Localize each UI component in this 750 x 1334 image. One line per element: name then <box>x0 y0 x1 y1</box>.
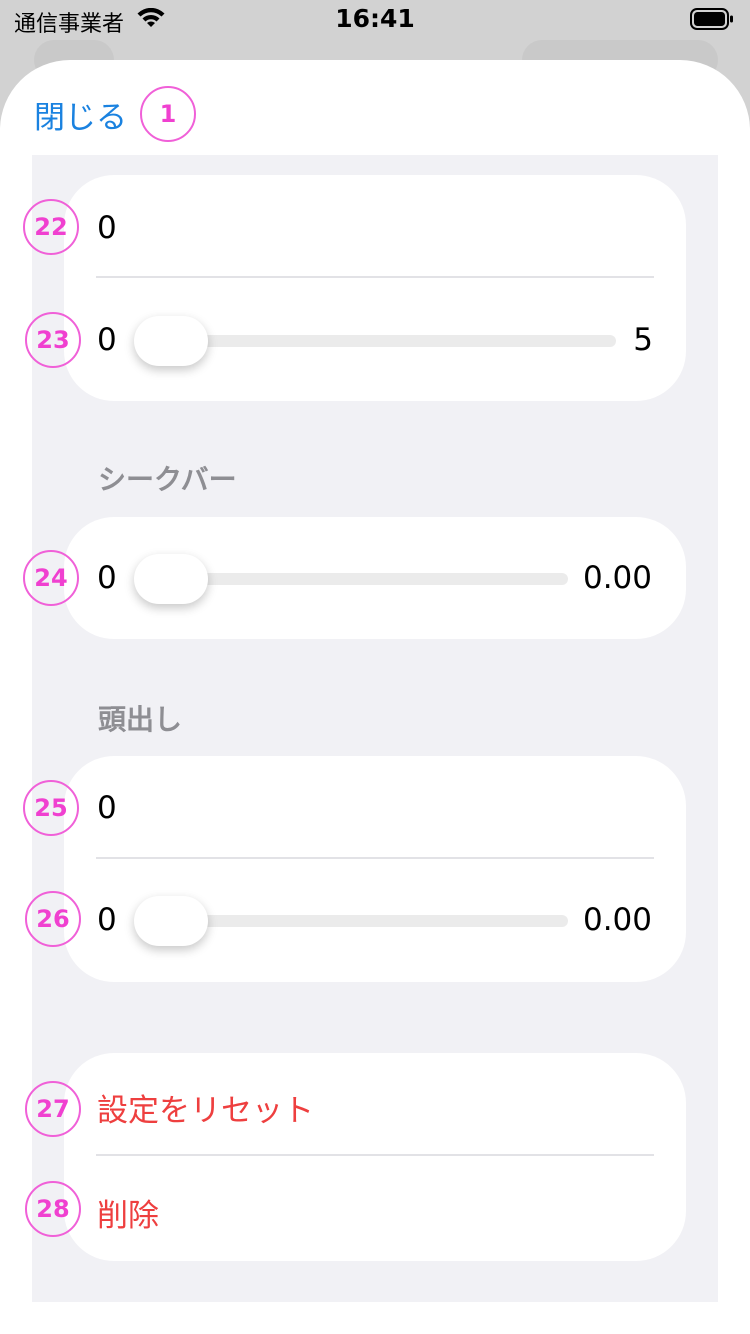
slider-max-label: 5 <box>633 322 653 358</box>
annotation-badge: 26 <box>25 891 81 947</box>
status-bar: 通信事業者 16:41 <box>0 0 750 40</box>
annotation-badge: 25 <box>23 780 79 836</box>
slider-track[interactable] <box>140 335 616 347</box>
slider-max-label: 0.00 <box>582 560 652 596</box>
slider-min-label: 0 <box>97 560 117 596</box>
section-header-seekbar: シークバー <box>98 463 237 496</box>
annotation-badge: 24 <box>23 550 79 606</box>
slider-min-label: 0 <box>97 322 117 358</box>
annotation-badge: 22 <box>23 199 79 255</box>
slider-thumb[interactable] <box>134 316 208 366</box>
annotation-badge: 27 <box>25 1081 81 1137</box>
value-field[interactable]: 0 <box>97 210 117 246</box>
annotation-badge: 28 <box>25 1181 81 1237</box>
divider <box>96 857 654 859</box>
battery-icon <box>690 8 733 30</box>
section-header-cue: 頭出し <box>98 703 183 736</box>
clock: 16:41 <box>335 4 415 33</box>
annotation-badge: 23 <box>25 312 81 368</box>
divider <box>96 276 654 278</box>
slider-thumb[interactable] <box>134 896 208 946</box>
delete-button[interactable]: 削除 <box>97 1190 159 1235</box>
settings-card-cue <box>64 756 686 982</box>
close-button[interactable]: 閉じる <box>34 92 127 137</box>
reset-settings-button[interactable]: 設定をリセット <box>97 1085 314 1130</box>
annotation-badge: 1 <box>140 86 196 142</box>
value-field[interactable]: 0 <box>97 790 117 826</box>
slider-min-label: 0 <box>97 902 117 938</box>
slider-max-label: 0.00 <box>582 902 652 938</box>
slider-thumb[interactable] <box>134 554 208 604</box>
settings-card-top <box>64 175 686 401</box>
divider <box>96 1154 654 1156</box>
